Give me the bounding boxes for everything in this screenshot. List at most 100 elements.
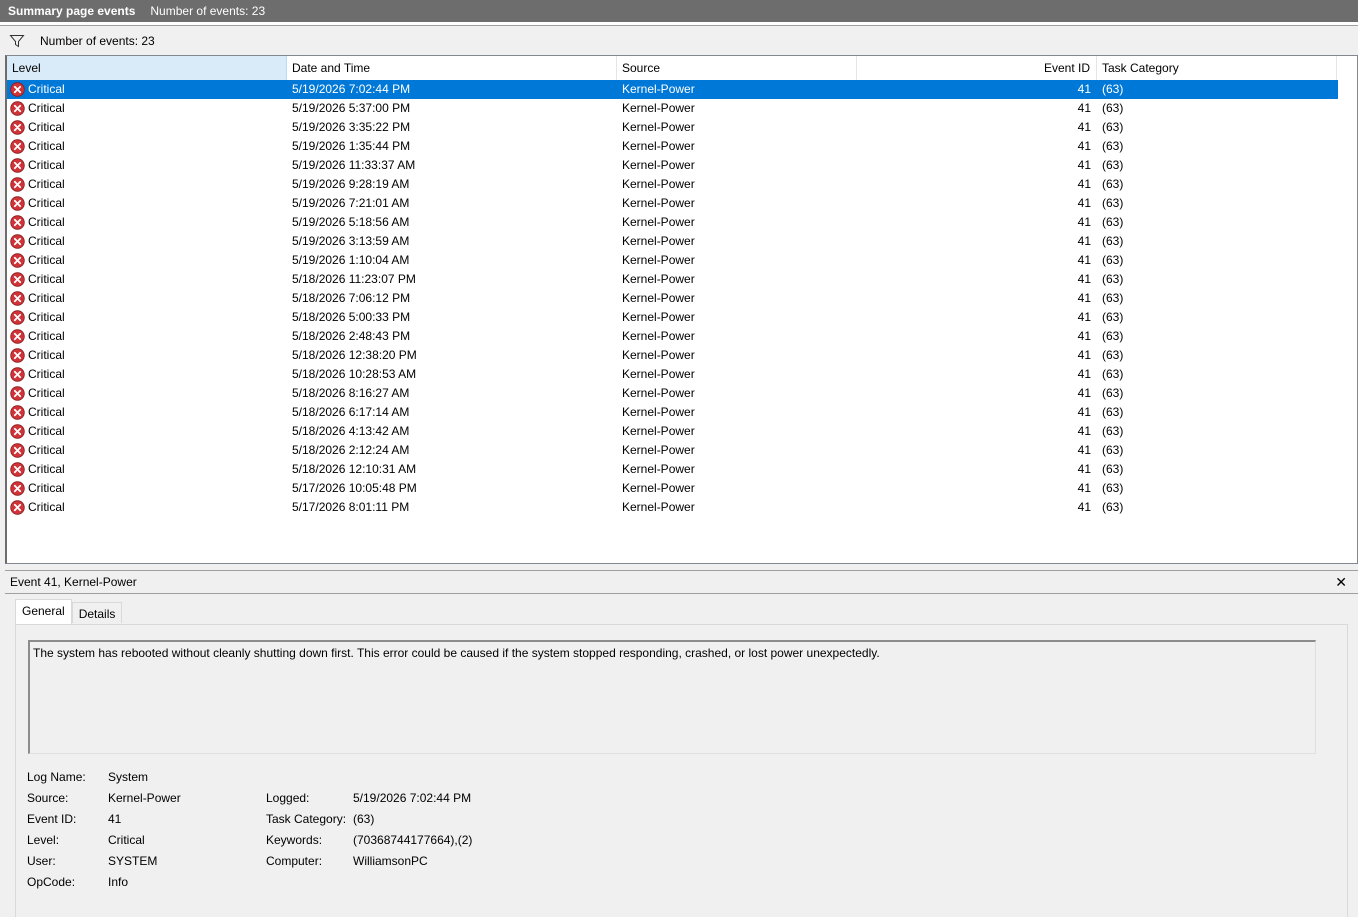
source-cell: Kernel-Power [622, 386, 695, 400]
column-header-level[interactable]: Level [7, 56, 287, 80]
level-cell: Critical [28, 481, 65, 495]
tab-details[interactable]: Details [71, 602, 123, 623]
source-cell: Kernel-Power [622, 500, 695, 514]
critical-icon [10, 367, 25, 382]
source-cell: Kernel-Power [622, 139, 695, 153]
value-level[interactable]: Critical [108, 833, 145, 847]
table-row[interactable]: Critical 5/17/2026 10:05:48 PM Kernel-Powe… [7, 479, 1338, 498]
level-cell: Critical [28, 329, 65, 343]
datetime-cell: 5/19/2026 5:37:00 PM [292, 101, 411, 115]
event-id-cell: 41 [1077, 405, 1091, 419]
level-cell: Critical [28, 405, 65, 419]
label-level: Level: [27, 833, 60, 847]
task-category-cell: (63) [1102, 386, 1124, 400]
critical-icon [10, 215, 25, 230]
value-task-category[interactable]: (63) [353, 812, 374, 826]
table-row[interactable]: Critical 5/19/2026 5:18:56 AM Kernel-Power… [7, 213, 1338, 232]
table-row[interactable]: Critical 5/18/2026 12:38:20 PM Kernel-Powe… [7, 346, 1338, 365]
value-log-name[interactable]: System [108, 770, 148, 784]
critical-icon [10, 291, 25, 306]
task-category-cell: (63) [1102, 234, 1124, 248]
datetime-cell: 5/18/2026 7:06:12 PM [292, 291, 411, 305]
value-keywords[interactable]: (70368744177664),(2) [353, 833, 472, 847]
level-cell: Critical [28, 310, 65, 324]
event-id-cell: 41 [1077, 215, 1091, 229]
value-user[interactable]: SYSTEM [108, 854, 157, 868]
source-cell: Kernel-Power [622, 215, 695, 229]
level-cell: Critical [28, 120, 65, 134]
event-id-cell: 41 [1077, 424, 1091, 438]
value-opcode[interactable]: Info [108, 875, 128, 889]
table-row[interactable]: Critical 5/18/2026 10:28:53 AM Kernel-Powe… [7, 365, 1338, 384]
column-header-event-id[interactable]: Event ID [857, 56, 1097, 80]
table-row[interactable]: Critical 5/18/2026 11:23:07 PM Kernel-Powe… [7, 270, 1338, 289]
task-category-cell: (63) [1102, 405, 1124, 419]
task-category-cell: (63) [1102, 139, 1124, 153]
source-cell: Kernel-Power [622, 481, 695, 495]
critical-icon [10, 310, 25, 325]
event-id-cell: 41 [1077, 348, 1091, 362]
table-row[interactable]: Critical 5/17/2026 8:01:11 PM Kernel-Power… [7, 498, 1338, 517]
table-row[interactable]: Critical 5/19/2026 9:28:19 AM Kernel-Power… [7, 175, 1338, 194]
table-row[interactable]: Critical 5/18/2026 12:10:31 AM Kernel-Powe… [7, 460, 1338, 479]
filter-icon[interactable] [9, 33, 25, 49]
task-category-cell: (63) [1102, 101, 1124, 115]
event-id-cell: 41 [1077, 291, 1091, 305]
event-id-cell: 41 [1077, 500, 1091, 514]
event-id-cell: 41 [1077, 462, 1091, 476]
table-row[interactable]: Critical 5/19/2026 1:10:04 AM Kernel-Power… [7, 251, 1338, 270]
source-cell: Kernel-Power [622, 196, 695, 210]
datetime-cell: 5/19/2026 7:21:01 AM [292, 196, 410, 210]
event-description[interactable]: The system has rebooted without cleanly … [28, 640, 1316, 754]
value-source[interactable]: Kernel-Power [108, 791, 181, 805]
column-header-task-category[interactable]: Task Category [1097, 56, 1337, 80]
table-row[interactable]: Critical 5/18/2026 7:06:12 PM Kernel-Power… [7, 289, 1338, 308]
value-computer[interactable]: WilliamsonPC [353, 854, 428, 868]
tab-general[interactable]: General [15, 599, 72, 624]
source-cell: Kernel-Power [622, 234, 695, 248]
table-row[interactable]: Critical 5/18/2026 8:16:27 AM Kernel-Power… [7, 384, 1338, 403]
level-cell: Critical [28, 82, 65, 96]
table-row[interactable]: Critical 5/19/2026 11:33:37 AM Kernel-Powe… [7, 156, 1338, 175]
value-event-id[interactable]: 41 [108, 812, 121, 826]
value-logged[interactable]: 5/19/2026 7:02:44 PM [353, 791, 471, 805]
level-cell: Critical [28, 500, 65, 514]
table-row[interactable]: Critical 5/19/2026 3:35:22 PM Kernel-Power… [7, 118, 1338, 137]
event-id-cell: 41 [1077, 329, 1091, 343]
table-row[interactable]: Critical 5/19/2026 1:35:44 PM Kernel-Power… [7, 137, 1338, 156]
event-id-cell: 41 [1077, 177, 1091, 191]
table-row[interactable]: Critical 5/18/2026 2:12:24 AM Kernel-Power… [7, 441, 1338, 460]
column-header-source[interactable]: Source [617, 56, 857, 80]
table-row[interactable]: Critical 5/18/2026 5:00:33 PM Kernel-Power… [7, 308, 1338, 327]
table-row[interactable]: Critical 5/19/2026 3:13:59 AM Kernel-Power… [7, 232, 1338, 251]
label-event-id: Event ID: [27, 812, 77, 826]
critical-icon [10, 405, 25, 420]
event-id-cell: 41 [1077, 234, 1091, 248]
event-id-cell: 41 [1077, 481, 1091, 495]
events-list[interactable]: Level Date and Time Source Event ID Task… [5, 55, 1358, 564]
table-row[interactable]: Critical 5/19/2026 7:02:44 PM Kernel-Power… [7, 80, 1338, 99]
column-header-datetime[interactable]: Date and Time [287, 56, 617, 80]
table-row[interactable]: Critical 5/18/2026 4:13:42 AM Kernel-Power… [7, 422, 1338, 441]
table-row[interactable]: Critical 5/18/2026 2:48:43 PM Kernel-Power… [7, 327, 1338, 346]
critical-icon [10, 462, 25, 477]
event-id-cell: 41 [1077, 139, 1091, 153]
table-row[interactable]: Critical 5/19/2026 7:21:01 AM Kernel-Power… [7, 194, 1338, 213]
event-id-cell: 41 [1077, 82, 1091, 96]
source-cell: Kernel-Power [622, 253, 695, 267]
critical-icon [10, 177, 25, 192]
close-icon[interactable]: ✕ [1335, 574, 1347, 591]
critical-icon [10, 139, 25, 154]
level-cell: Critical [28, 348, 65, 362]
datetime-cell: 5/17/2026 8:01:11 PM [292, 500, 410, 514]
task-category-cell: (63) [1102, 196, 1124, 210]
label-keywords: Keywords: [266, 833, 323, 847]
label-opcode: OpCode: [27, 875, 76, 889]
table-row[interactable]: Critical 5/19/2026 5:37:00 PM Kernel-Power… [7, 99, 1338, 118]
source-cell: Kernel-Power [622, 367, 695, 381]
level-cell: Critical [28, 234, 65, 248]
critical-icon [10, 424, 25, 439]
source-cell: Kernel-Power [622, 101, 695, 115]
table-row[interactable]: Critical 5/18/2026 6:17:14 AM Kernel-Power… [7, 403, 1338, 422]
events-rows: Critical 5/19/2026 7:02:44 PM Kernel-Power… [7, 80, 1338, 517]
